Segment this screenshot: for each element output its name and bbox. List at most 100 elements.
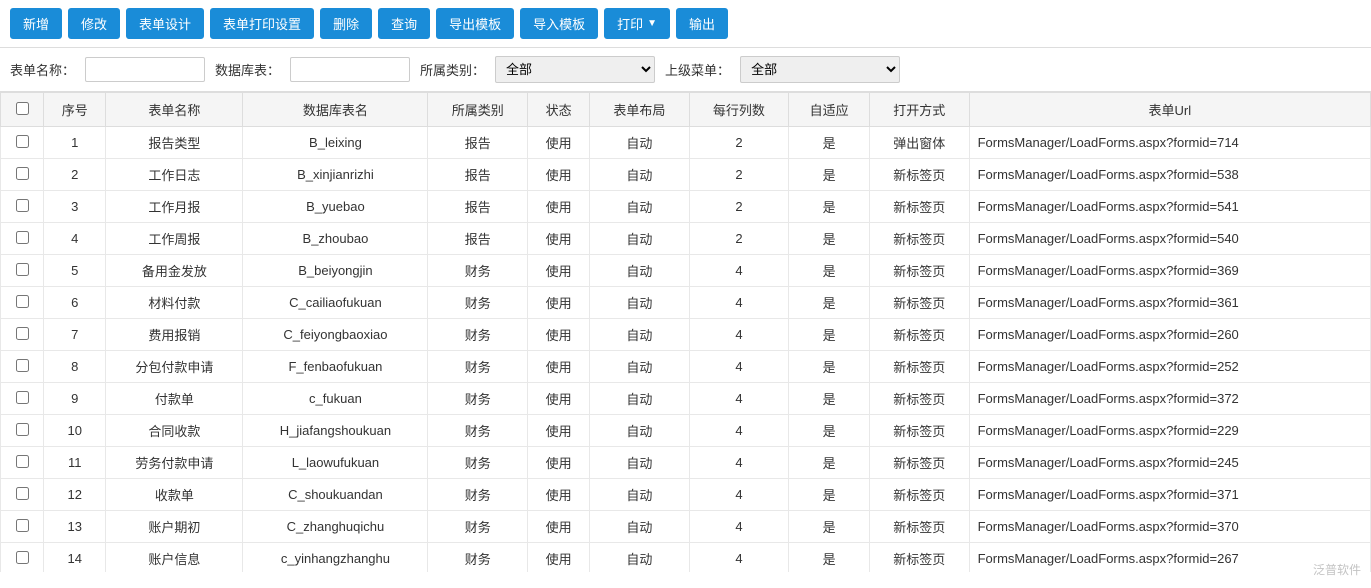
row-checkbox-cell[interactable]: [1, 319, 44, 351]
row-layout: 自动: [590, 447, 690, 479]
select-all-checkbox[interactable]: [16, 102, 29, 115]
table-row[interactable]: 10 合同收款 H_jiafangshoukuan 财务 使用 自动 4 是 新…: [1, 415, 1371, 447]
row-layout: 自动: [590, 255, 690, 287]
row-open-mode: 新标签页: [870, 543, 970, 573]
row-checkbox[interactable]: [16, 551, 29, 564]
query-button[interactable]: 查询: [378, 8, 430, 39]
toolbar: 新增 修改 表单设计 表单打印设置 删除 查询 导出模板 导入模板 打印 ▼ 输…: [0, 0, 1371, 48]
row-index: 10: [44, 415, 106, 447]
row-layout: 自动: [590, 319, 690, 351]
col-db-table: 数据库表名: [243, 93, 428, 127]
row-checkbox-cell[interactable]: [1, 255, 44, 287]
row-layout: 自动: [590, 191, 690, 223]
edit-button[interactable]: 修改: [68, 8, 120, 39]
row-checkbox[interactable]: [16, 455, 29, 468]
row-checkbox-cell[interactable]: [1, 191, 44, 223]
row-open-mode: 新标签页: [870, 511, 970, 543]
db-table-input[interactable]: [290, 57, 410, 82]
row-checkbox[interactable]: [16, 167, 29, 180]
row-checkbox[interactable]: [16, 423, 29, 436]
row-checkbox[interactable]: [16, 199, 29, 212]
col-status: 状态: [528, 93, 590, 127]
row-checkbox[interactable]: [16, 135, 29, 148]
table-row[interactable]: 1 报告类型 B_leixing 报告 使用 自动 2 是 弹出窗体 Forms…: [1, 127, 1371, 159]
row-checkbox[interactable]: [16, 327, 29, 340]
parent-menu-select[interactable]: 全部: [740, 56, 900, 83]
row-checkbox-cell[interactable]: [1, 479, 44, 511]
table-row[interactable]: 4 工作周报 B_zhoubao 报告 使用 自动 2 是 新标签页 Forms…: [1, 223, 1371, 255]
row-category: 财务: [428, 351, 528, 383]
row-db-table: c_yinhangzhanghu: [243, 543, 428, 573]
row-status: 使用: [528, 447, 590, 479]
row-checkbox-cell[interactable]: [1, 127, 44, 159]
table-row[interactable]: 8 分包付款申请 F_fenbaofukuan 财务 使用 自动 4 是 新标签…: [1, 351, 1371, 383]
row-category: 报告: [428, 223, 528, 255]
row-cols: 4: [689, 511, 789, 543]
import-template-button[interactable]: 导入模板: [520, 8, 598, 39]
table-row[interactable]: 5 备用金发放 B_beiyongjin 财务 使用 自动 4 是 新标签页 F…: [1, 255, 1371, 287]
table-row[interactable]: 6 材料付款 C_cailiaofukuan 财务 使用 自动 4 是 新标签页…: [1, 287, 1371, 319]
row-layout: 自动: [590, 223, 690, 255]
table-row[interactable]: 3 工作月报 B_yuebao 报告 使用 自动 2 是 新标签页 FormsM…: [1, 191, 1371, 223]
row-checkbox[interactable]: [16, 295, 29, 308]
print-label: 打印: [617, 14, 643, 33]
row-url: FormsManager/LoadForms.aspx?formid=371: [969, 479, 1370, 511]
row-form-name: 工作周报: [106, 223, 243, 255]
col-cols-per-row: 每行列数: [689, 93, 789, 127]
category-select[interactable]: 全部报告财务: [495, 56, 655, 83]
row-checkbox-cell[interactable]: [1, 447, 44, 479]
row-checkbox-cell[interactable]: [1, 383, 44, 415]
row-status: 使用: [528, 255, 590, 287]
col-form-name: 表单名称: [106, 93, 243, 127]
table-header-row: 序号 表单名称 数据库表名 所属类别 状态 表单布局 每行列数 自适应 打开方式…: [1, 93, 1371, 127]
print-button[interactable]: 打印 ▼: [604, 8, 670, 39]
row-checkbox-cell[interactable]: [1, 351, 44, 383]
row-index: 1: [44, 127, 106, 159]
row-checkbox[interactable]: [16, 519, 29, 532]
form-name-input[interactable]: [85, 57, 205, 82]
row-checkbox-cell[interactable]: [1, 415, 44, 447]
row-layout: 自动: [590, 415, 690, 447]
row-db-table: c_fukuan: [243, 383, 428, 415]
table-row[interactable]: 14 账户信息 c_yinhangzhanghu 财务 使用 自动 4 是 新标…: [1, 543, 1371, 573]
row-db-table: B_yuebao: [243, 191, 428, 223]
col-layout: 表单布局: [590, 93, 690, 127]
add-button[interactable]: 新增: [10, 8, 62, 39]
row-layout: 自动: [590, 511, 690, 543]
row-db-table: F_fenbaofukuan: [243, 351, 428, 383]
table-container: 序号 表单名称 数据库表名 所属类别 状态 表单布局 每行列数 自适应 打开方式…: [0, 92, 1371, 572]
delete-button[interactable]: 删除: [320, 8, 372, 39]
row-category: 财务: [428, 287, 528, 319]
row-checkbox-cell[interactable]: [1, 543, 44, 573]
row-checkbox-cell[interactable]: [1, 511, 44, 543]
row-cols: 2: [689, 223, 789, 255]
row-checkbox[interactable]: [16, 263, 29, 276]
row-checkbox-cell[interactable]: [1, 287, 44, 319]
row-adaptive: 是: [789, 415, 870, 447]
filter-bar: 表单名称： 数据库表： 所属类别： 全部报告财务 上级菜单： 全部: [0, 48, 1371, 92]
row-checkbox[interactable]: [16, 391, 29, 404]
output-button[interactable]: 输出: [676, 8, 728, 39]
row-layout: 自动: [590, 383, 690, 415]
table-row[interactable]: 12 收款单 C_shoukuandan 财务 使用 自动 4 是 新标签页 F…: [1, 479, 1371, 511]
row-form-name: 合同收款: [106, 415, 243, 447]
row-checkbox[interactable]: [16, 359, 29, 372]
row-db-table: B_xinjianrizhi: [243, 159, 428, 191]
table-row[interactable]: 11 劳务付款申请 L_laowufukuan 财务 使用 自动 4 是 新标签…: [1, 447, 1371, 479]
row-form-name: 付款单: [106, 383, 243, 415]
row-checkbox[interactable]: [16, 487, 29, 500]
table-row[interactable]: 7 费用报销 C_feiyongbaoxiao 财务 使用 自动 4 是 新标签…: [1, 319, 1371, 351]
table-row[interactable]: 2 工作日志 B_xinjianrizhi 报告 使用 自动 2 是 新标签页 …: [1, 159, 1371, 191]
row-adaptive: 是: [789, 511, 870, 543]
export-template-button[interactable]: 导出模板: [436, 8, 514, 39]
form-print-settings-button[interactable]: 表单打印设置: [210, 8, 314, 39]
row-checkbox[interactable]: [16, 231, 29, 244]
row-checkbox-cell[interactable]: [1, 223, 44, 255]
row-url: FormsManager/LoadForms.aspx?formid=260: [969, 319, 1370, 351]
table-row[interactable]: 9 付款单 c_fukuan 财务 使用 自动 4 是 新标签页 FormsMa…: [1, 383, 1371, 415]
row-url: FormsManager/LoadForms.aspx?formid=540: [969, 223, 1370, 255]
row-db-table: H_jiafangshoukuan: [243, 415, 428, 447]
row-checkbox-cell[interactable]: [1, 159, 44, 191]
table-row[interactable]: 13 账户期初 C_zhanghuqichu 财务 使用 自动 4 是 新标签页…: [1, 511, 1371, 543]
form-design-button[interactable]: 表单设计: [126, 8, 204, 39]
